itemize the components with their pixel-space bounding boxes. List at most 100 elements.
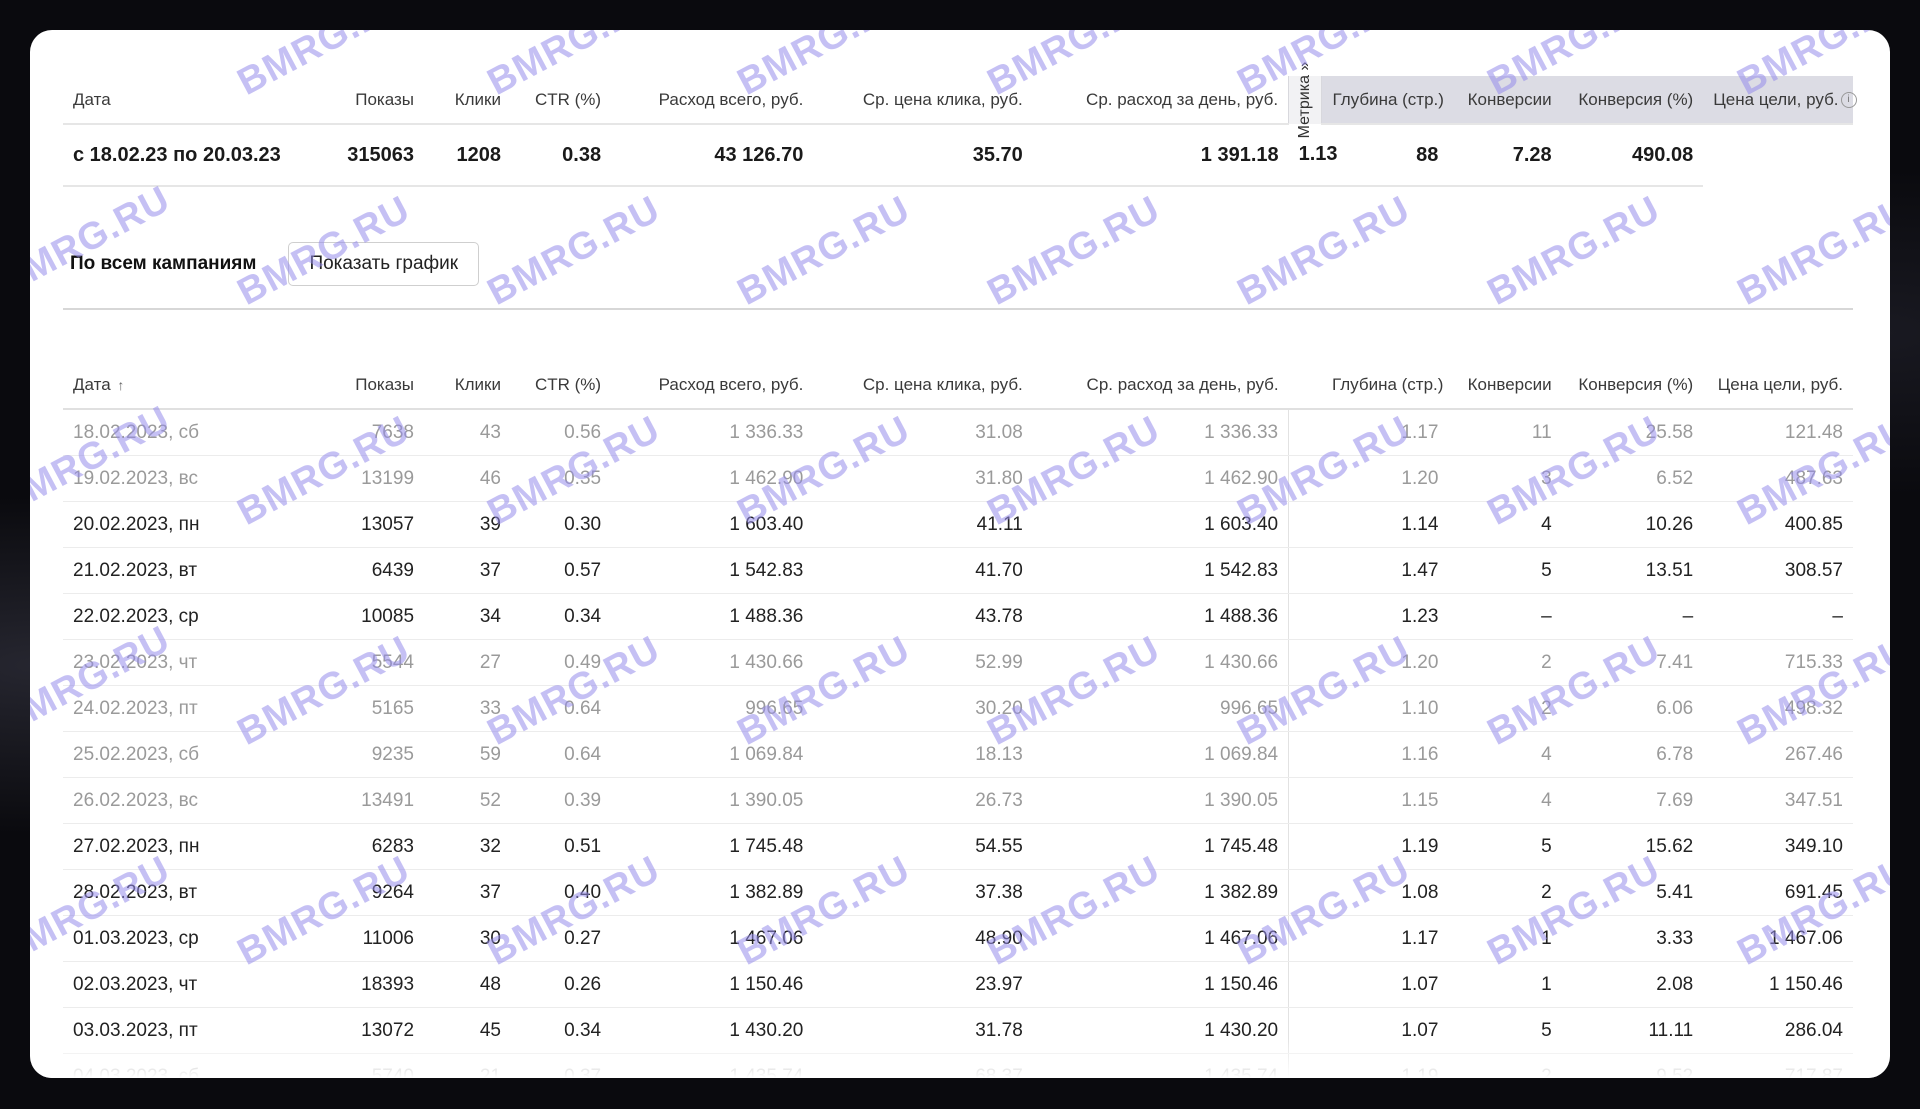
header-goal-cost[interactable]: Цена цели, руб. <box>1713 90 1838 109</box>
cell-date: 25.02.2023, сб <box>63 731 331 778</box>
cell-clicks: 34 <box>424 593 511 640</box>
cell-conversions: 5 <box>1448 547 1562 594</box>
cell-avg-daily-spend: 1 069.84 <box>1032 731 1290 778</box>
metrika-label: Метрика » <box>1296 61 1314 139</box>
metrika-spacer-cell <box>1288 823 1322 870</box>
table-row: 01.03.2023, ср 11006 30 0.27 1 467.06 48.90 1 … <box>63 915 1853 962</box>
campaign-scope-label: По всем кампаниям <box>70 253 257 274</box>
cell-avg-cpc: 31.80 <box>813 455 1033 502</box>
daily-header-ctr[interactable]: CTR (%) <box>510 362 612 410</box>
summary-avg-daily-spend: 1 391.18 <box>1032 124 1289 187</box>
cell-conversion-rate: 13.51 <box>1561 547 1704 594</box>
cell-goal-cost: 349.10 <box>1703 823 1853 870</box>
header-avg-daily-spend[interactable]: Ср. расход за день, руб. <box>1032 76 1289 125</box>
summary-avg-cpc: 35.70 <box>813 124 1033 187</box>
cell-avg-daily-spend: 1 745.48 <box>1032 823 1290 870</box>
cell-date: 24.02.2023, пт <box>63 685 331 732</box>
daily-header-avg-cpc[interactable]: Ср. цена клика, руб. <box>813 362 1033 410</box>
cell-spend-total: 1 488.36 <box>611 593 814 640</box>
info-icon[interactable]: i <box>1840 92 1857 109</box>
header-depth[interactable]: Глубина (стр.) <box>1321 76 1449 125</box>
watermark-text: BMRG.RU <box>1230 188 1418 314</box>
cell-conversions: 1 <box>1448 915 1562 962</box>
table-row: 21.02.2023, вт 6439 37 0.57 1 542.83 41.70 1 5… <box>63 547 1853 594</box>
cell-depth: 1.17 <box>1321 409 1449 456</box>
daily-header-avg-daily-spend[interactable]: Ср. расход за день, руб. <box>1032 362 1289 410</box>
cell-conversions: 3 <box>1448 455 1562 502</box>
cell-avg-daily-spend: 1 336.33 <box>1032 409 1290 456</box>
daily-header-shows[interactable]: Показы <box>330 362 425 410</box>
cell-clicks: 37 <box>424 547 511 594</box>
cell-goal-cost: 400.85 <box>1703 501 1853 548</box>
cell-avg-daily-spend: 1 150.46 <box>1032 961 1290 1008</box>
daily-header-date[interactable]: Дата <box>73 375 111 394</box>
cell-avg-daily-spend: 996.65 <box>1032 685 1290 732</box>
cell-clicks: 32 <box>424 823 511 870</box>
summary-spend-total: 43 126.70 <box>611 124 814 187</box>
cell-conversions: 5 <box>1448 823 1562 870</box>
summary-goal-cost: 490.08 <box>1561 124 1704 187</box>
header-conversions[interactable]: Конверсии <box>1448 76 1562 125</box>
watermark-text: BMRG.RU <box>730 188 918 314</box>
table-row: 27.02.2023, пн 6283 32 0.51 1 745.48 54.55 1 7… <box>63 823 1853 870</box>
cell-avg-daily-spend: 1 430.66 <box>1032 639 1290 686</box>
cell-avg-cpc: 26.73 <box>813 777 1033 824</box>
metrika-spacer-cell <box>1288 409 1322 456</box>
cell-depth: 1.10 <box>1321 685 1449 732</box>
statistics-card: Дата Показы Клики CTR (%) Расход всего, … <box>30 30 1890 1078</box>
show-chart-button[interactable]: Показать график <box>288 242 480 286</box>
header-clicks[interactable]: Клики <box>424 76 511 125</box>
cell-conversion-rate: 10.26 <box>1561 501 1704 548</box>
table-row: 23.02.2023, чт 5544 27 0.49 1 430.66 52.99 1 4… <box>63 639 1853 686</box>
section-divider <box>63 308 1853 310</box>
daily-header-goal-cost[interactable]: Цена цели, руб. <box>1703 362 1853 410</box>
daily-header-conversions[interactable]: Конверсии <box>1448 362 1562 410</box>
cell-ctr: 0.35 <box>510 455 612 502</box>
header-conversion-rate[interactable]: Конверсия (%) <box>1561 76 1704 125</box>
header-shows[interactable]: Показы <box>330 76 425 125</box>
cell-goal-cost: 347.51 <box>1703 777 1853 824</box>
cell-conversions: 11 <box>1448 409 1562 456</box>
cell-date: 28.02.2023, вт <box>63 869 331 916</box>
cell-ctr: 0.64 <box>510 685 612 732</box>
table-row: 19.02.2023, вс 13199 46 0.35 1 462.90 31.80 1 … <box>63 455 1853 502</box>
cell-goal-cost: 121.48 <box>1703 409 1853 456</box>
cell-spend-total: 1 336.33 <box>611 409 814 456</box>
table-row: 20.02.2023, пн 13057 39 0.30 1 603.40 41.11 1 … <box>63 501 1853 548</box>
header-date[interactable]: Дата <box>63 76 331 125</box>
summary-conversion-rate: 7.28 <box>1448 124 1562 187</box>
metrika-spacer-cell <box>1288 455 1322 502</box>
cell-conversion-rate: 7.41 <box>1561 639 1704 686</box>
header-spend-total[interactable]: Расход всего, руб. <box>611 76 814 125</box>
cell-date: 23.02.2023, чт <box>63 639 331 686</box>
cell-clicks: 30 <box>424 915 511 962</box>
sort-ascending-icon[interactable]: ↑ <box>117 377 124 393</box>
summary-ctr: 0.38 <box>510 124 612 187</box>
summary-clicks: 1208 <box>424 124 511 187</box>
cell-conversions: 2 <box>1448 685 1562 732</box>
cell-ctr: 0.49 <box>510 639 612 686</box>
cell-ctr: 0.56 <box>510 409 612 456</box>
cell-conversions: 1 <box>1448 961 1562 1008</box>
cell-shows: 5544 <box>330 639 425 686</box>
cell-avg-daily-spend: 1 603.40 <box>1032 501 1290 548</box>
cell-avg-daily-spend: 1 488.36 <box>1032 593 1290 640</box>
daily-header-clicks[interactable]: Клики <box>424 362 511 410</box>
metrika-spacer-cell <box>1288 961 1322 1008</box>
cell-ctr: 0.51 <box>510 823 612 870</box>
cell-conversion-rate: 6.06 <box>1561 685 1704 732</box>
watermark-text: BMRG.RU <box>480 188 668 314</box>
metrika-toggle[interactable]: Метрика » <box>1288 62 1323 138</box>
daily-header-conversion-rate[interactable]: Конверсия (%) <box>1561 362 1704 410</box>
daily-rows: 18.02.2023, сб 7638 43 0.56 1 336.33 31.08 1 3… <box>63 409 1853 1078</box>
header-avg-cpc[interactable]: Ср. цена клика, руб. <box>813 76 1033 125</box>
cell-conversions: 4 <box>1448 501 1562 548</box>
cell-conversion-rate: 5.41 <box>1561 869 1704 916</box>
header-ctr[interactable]: CTR (%) <box>510 76 612 125</box>
cell-avg-cpc: 54.55 <box>813 823 1033 870</box>
cell-shows: 7638 <box>330 409 425 456</box>
watermark-text: BMRG.RU <box>1480 188 1668 314</box>
daily-header-spend-total[interactable]: Расход всего, руб. <box>611 362 814 410</box>
cell-avg-cpc: 52.99 <box>813 639 1033 686</box>
daily-header-depth[interactable]: Глубина (стр.) <box>1321 362 1449 410</box>
